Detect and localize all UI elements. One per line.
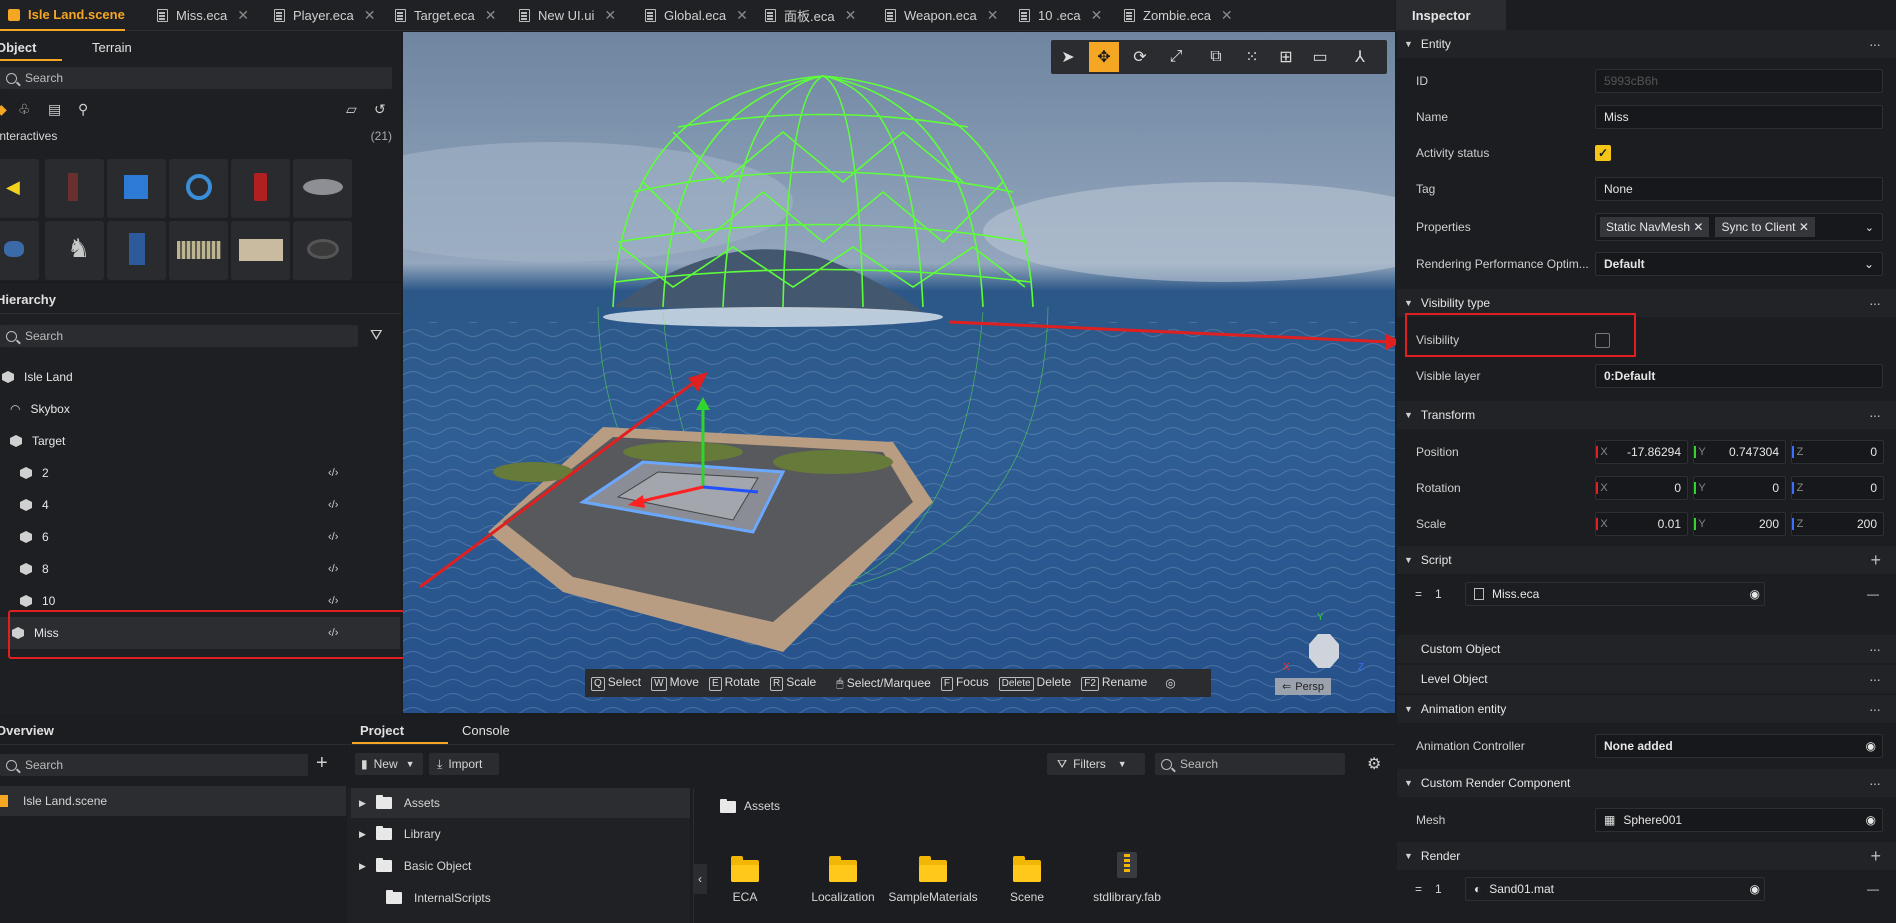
section-custom-render[interactable]: ▼ Custom Render Component ··· — [1397, 769, 1896, 797]
scale-z-input[interactable]: Z 200 — [1791, 512, 1884, 536]
field-row-properties: Properties Static NavMesh ✕ Sync to Clie… — [1397, 209, 1896, 245]
add-icon[interactable]: + — [1870, 550, 1880, 571]
field-row-name: Name Miss — [1397, 99, 1896, 135]
target-icon[interactable]: ◉ — [1866, 739, 1876, 753]
close-icon: ✕ — [1798, 220, 1809, 234]
section-render[interactable]: ▼ Render + — [1397, 842, 1896, 870]
field-row-tag: Tag None — [1397, 171, 1896, 207]
mesh-field[interactable]: ▦ Sphere001 ◉ — [1595, 808, 1883, 832]
more-icon[interactable]: ··· — [1869, 641, 1881, 657]
scale-x-input[interactable]: X 0.01 — [1595, 512, 1688, 536]
field-row-position: Position X -17.86294 Y 0.747304 Z0 — [1397, 434, 1896, 470]
chevron-down-icon: ▼ — [1404, 851, 1413, 861]
rotation-x-input[interactable]: X0 — [1595, 476, 1688, 500]
activity-checkbox[interactable]: ✓ — [1595, 145, 1611, 161]
more-icon[interactable]: ··· — [1869, 701, 1881, 717]
more-icon[interactable]: ··· — [1869, 36, 1881, 52]
field-row-visible-layer: Visible layer 0:Default — [1397, 358, 1896, 394]
target-icon[interactable]: ◉ — [1750, 882, 1760, 896]
tag-input[interactable]: None — [1595, 177, 1883, 201]
section-custom-object[interactable]: ▼Custom Object··· — [1397, 635, 1896, 663]
more-icon[interactable]: ··· — [1869, 295, 1881, 311]
render-perf-dropdown[interactable]: Default ⌄ — [1595, 252, 1883, 276]
file-icon — [1474, 588, 1484, 600]
scale-y-input[interactable]: Y 200 — [1693, 512, 1786, 536]
anim-controller-field[interactable]: None added ◉ — [1595, 734, 1883, 758]
visible-layer-field[interactable]: 0:Default — [1595, 364, 1883, 388]
chip-static-navmesh: Static NavMesh ✕ — [1600, 217, 1710, 237]
properties-multiselect[interactable]: Static NavMesh ✕ Sync to Client ✕ ⌄ — [1595, 213, 1883, 241]
field-row-mesh: Mesh ▦ Sphere001 ◉ — [1397, 802, 1896, 838]
section-entity[interactable]: ▼ Entity ··· — [1397, 30, 1896, 58]
section-script[interactable]: ▼ Script + — [1397, 546, 1896, 574]
more-icon[interactable]: ··· — [1869, 671, 1881, 687]
close-icon: ✕ — [1693, 220, 1704, 234]
chevron-down-icon: ⌄ — [1863, 257, 1874, 271]
material-icon: ◐ — [1474, 882, 1482, 896]
target-icon[interactable]: ◉ — [1866, 813, 1876, 827]
chevron-down-icon: ▼ — [1404, 778, 1413, 788]
script-file-field[interactable]: Miss.eca ◉ — [1465, 582, 1765, 606]
render-material-row: = 1 ◐ Sand01.mat ◉ — — [1397, 871, 1896, 907]
position-z-input[interactable]: Z0 — [1791, 440, 1884, 464]
script-row: = 1 Miss.eca ◉ — — [1397, 576, 1896, 612]
remove-icon[interactable]: — — [1867, 882, 1879, 896]
remove-icon[interactable]: — — [1867, 587, 1879, 601]
drag-handle-icon[interactable]: = — [1415, 587, 1422, 601]
section-transform[interactable]: ▼ Transform ··· — [1397, 401, 1896, 429]
more-icon[interactable]: ··· — [1869, 407, 1881, 423]
target-icon[interactable]: ◉ — [1750, 587, 1760, 601]
chevron-down-icon: ▼ — [1404, 555, 1413, 565]
id-field: 5993cB6h — [1595, 69, 1883, 93]
field-row-anim-controller: Animation Controller None added ◉ — [1397, 728, 1896, 764]
tab-inspector[interactable]: Inspector — [1396, 0, 1506, 31]
material-field[interactable]: ◐ Sand01.mat ◉ — [1465, 877, 1765, 901]
rotation-y-input[interactable]: Y0 — [1693, 476, 1786, 500]
section-animation-entity[interactable]: ▼ Animation entity ··· — [1397, 695, 1896, 723]
chip-sync-to-client: Sync to Client ✕ — [1715, 217, 1815, 237]
more-icon[interactable]: ··· — [1869, 775, 1881, 791]
field-row-activity: Activity status ✓ — [1397, 135, 1896, 171]
field-row-render-perf: Rendering Performance Optim... Default ⌄ — [1397, 246, 1896, 282]
highlight-box-visibility — [1405, 313, 1636, 357]
position-y-input[interactable]: Y 0.747304 — [1693, 440, 1786, 464]
field-row-id: ID 5993cB6h — [1397, 63, 1896, 99]
rotation-z-input[interactable]: Z0 — [1791, 476, 1884, 500]
field-row-scale: Scale X 0.01 Y 200 Z 200 — [1397, 506, 1896, 542]
drag-handle-icon[interactable]: = — [1415, 882, 1422, 896]
chevron-down-icon: ▼ — [1404, 298, 1413, 308]
section-level-object[interactable]: ▼Level Object··· — [1397, 665, 1896, 693]
position-x-input[interactable]: X -17.86294 — [1595, 440, 1688, 464]
name-input[interactable]: Miss — [1595, 105, 1883, 129]
chevron-down-icon: ▼ — [1404, 704, 1413, 714]
add-icon[interactable]: + — [1870, 846, 1880, 867]
mesh-icon: ▦ — [1604, 813, 1616, 827]
field-row-rotation: Rotation X0 Y0 Z0 — [1397, 470, 1896, 506]
chevron-down-icon: ▼ — [1404, 410, 1413, 420]
chevron-down-icon: ▼ — [1404, 39, 1413, 49]
chevron-down-icon: ⌄ — [1864, 221, 1874, 234]
